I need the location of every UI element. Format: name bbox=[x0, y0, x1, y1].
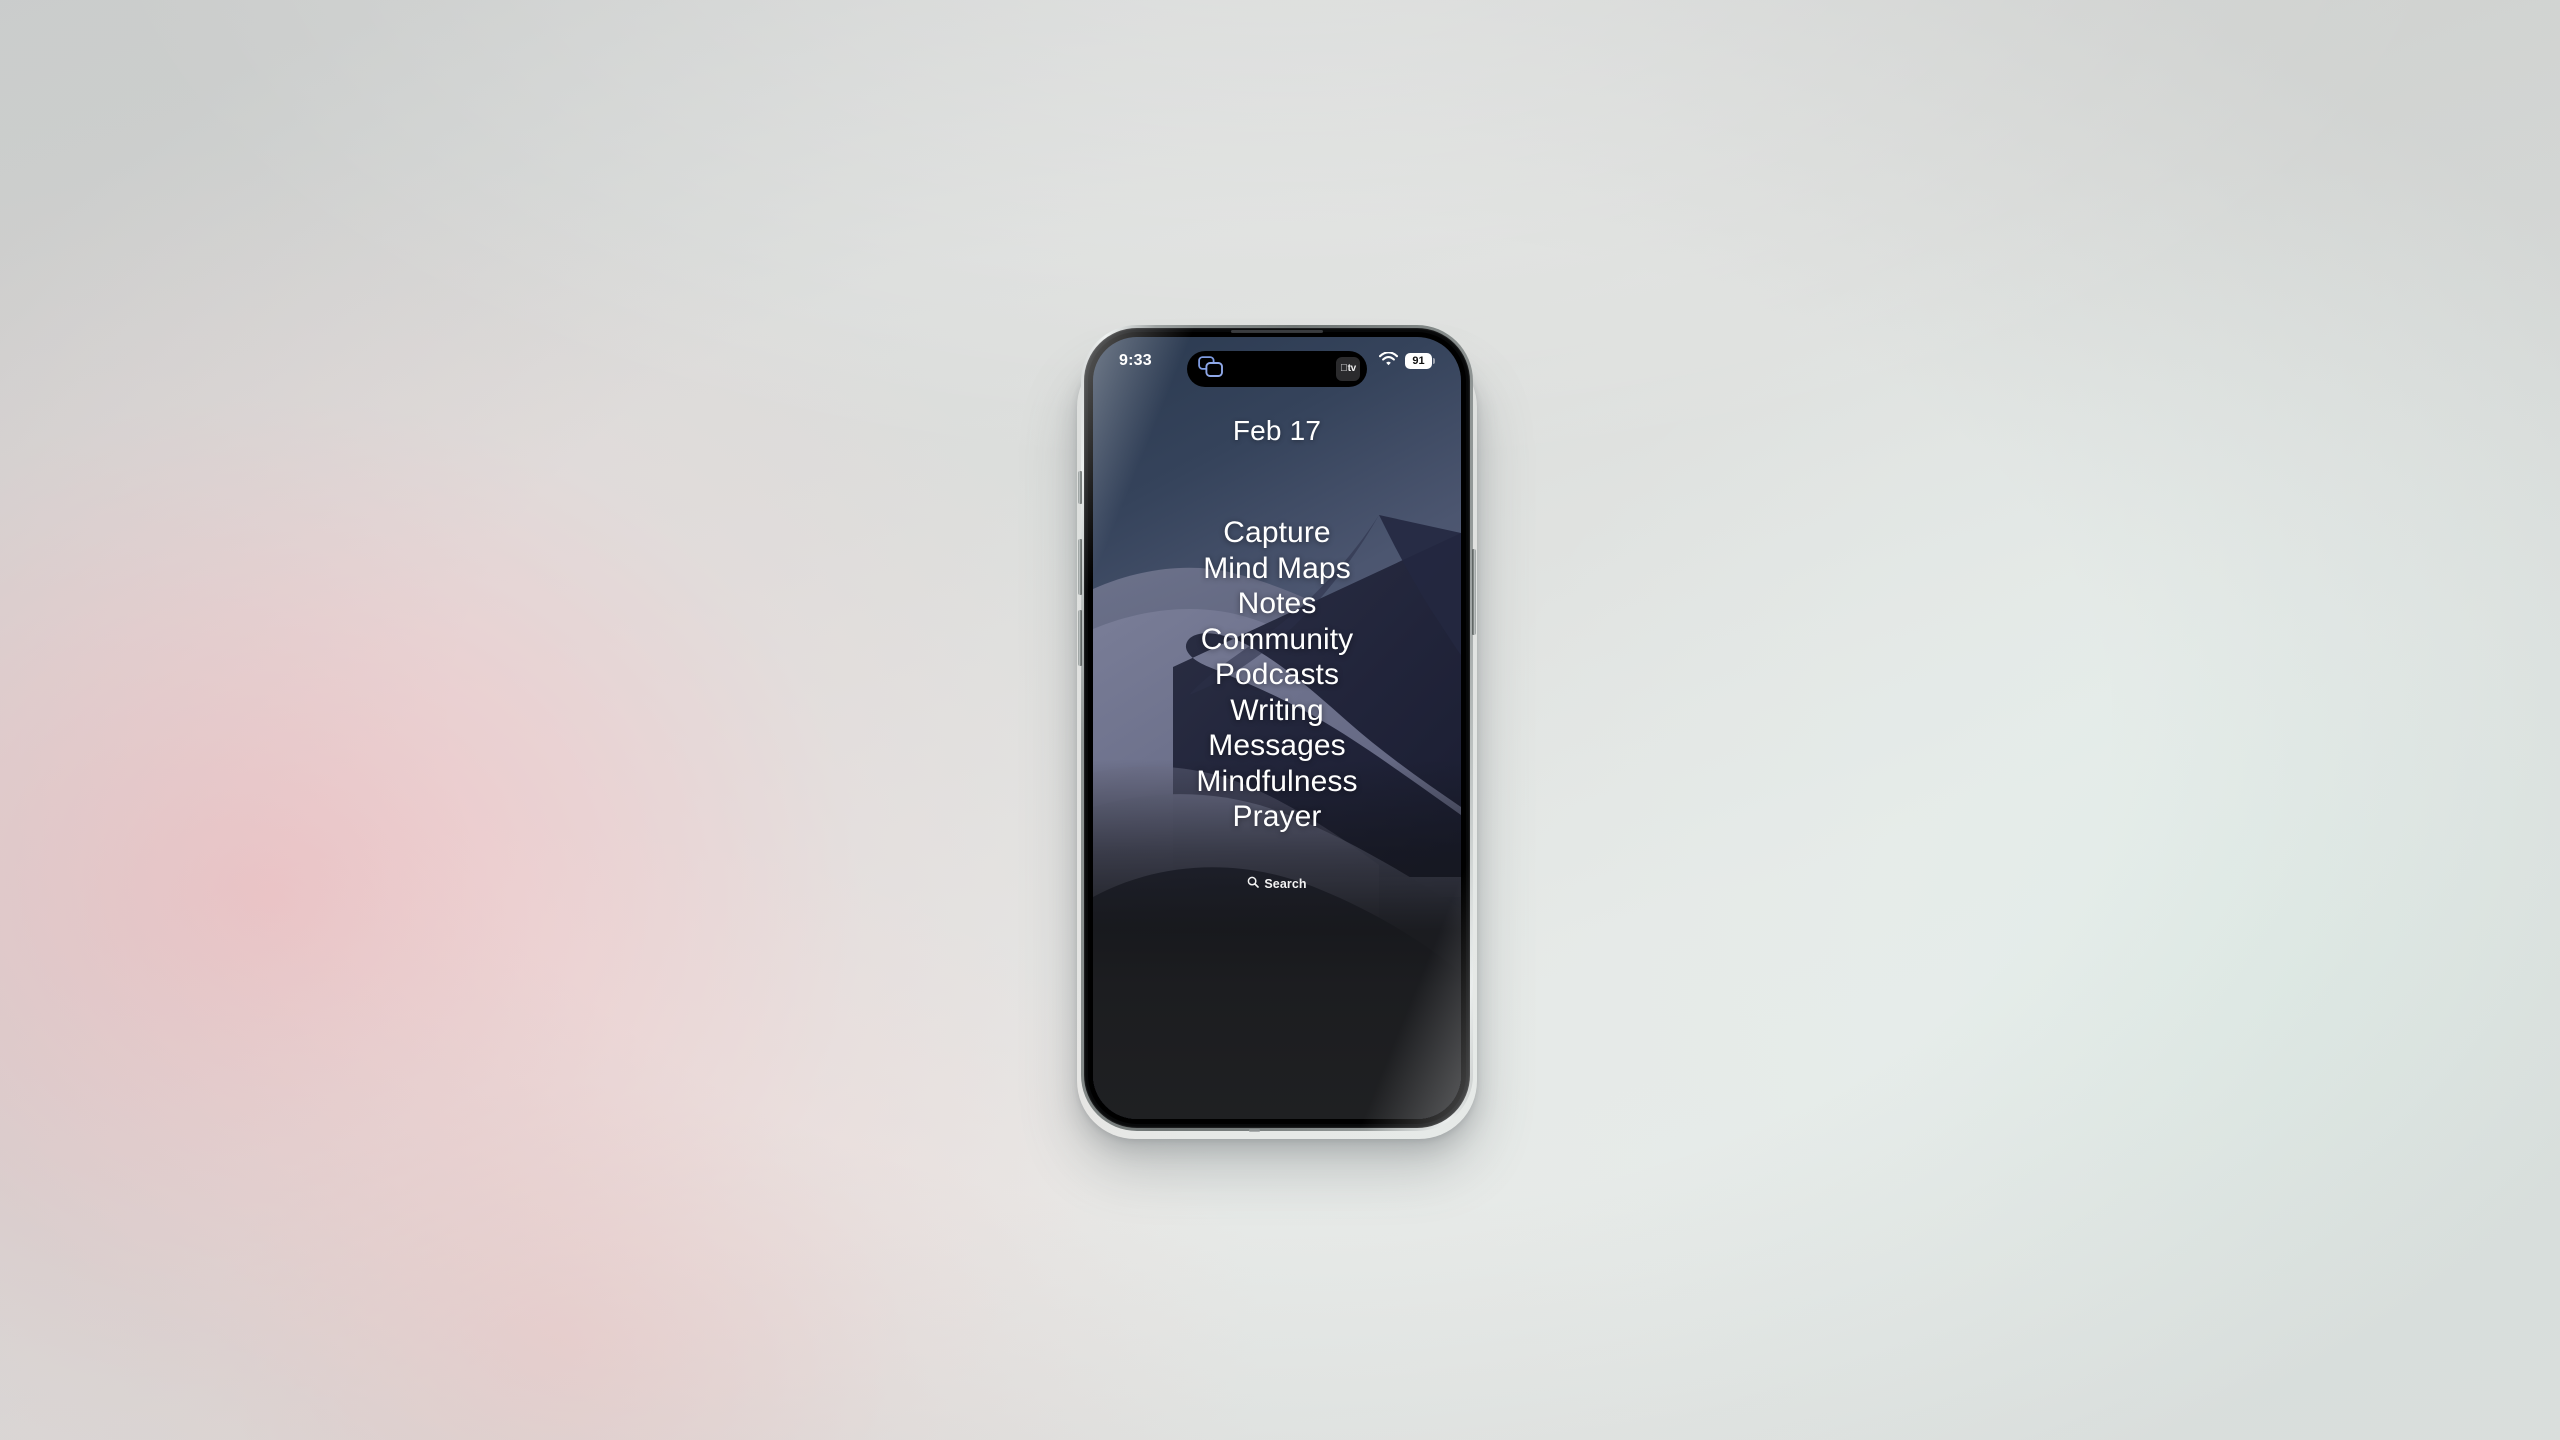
phone-screen[interactable]: 9:33 91 tv Feb 17 Capture Mind Maps Note… bbox=[1093, 337, 1461, 1119]
menu-item-capture[interactable]: Capture bbox=[1223, 515, 1330, 551]
menu-item-mind-maps[interactable]: Mind Maps bbox=[1203, 551, 1351, 587]
menu-item-community[interactable]: Community bbox=[1201, 622, 1354, 658]
volume-up-button[interactable] bbox=[1078, 539, 1082, 595]
menu-item-mindfulness[interactable]: Mindfulness bbox=[1196, 764, 1357, 800]
lock-screen-content: Feb 17 Capture Mind Maps Notes Community… bbox=[1093, 337, 1461, 1119]
screen-mirroring-icon[interactable] bbox=[1198, 355, 1224, 383]
earpiece-speaker bbox=[1231, 330, 1323, 333]
search-button[interactable]: Search bbox=[1247, 875, 1307, 893]
date-label: Feb 17 bbox=[1232, 415, 1322, 446]
app-menu-list: Capture Mind Maps Notes Community Podcas… bbox=[1196, 515, 1357, 835]
menu-item-podcasts[interactable]: Podcasts bbox=[1215, 657, 1339, 693]
menu-item-messages[interactable]: Messages bbox=[1208, 728, 1346, 764]
apple-logo-icon:  bbox=[1340, 364, 1348, 374]
bottom-antenna-band bbox=[1249, 1129, 1260, 1132]
battery-icon: 91 bbox=[1405, 353, 1435, 369]
power-button[interactable] bbox=[1472, 549, 1476, 635]
tv-label: tv bbox=[1343, 363, 1357, 374]
dynamic-island[interactable]: tv bbox=[1187, 351, 1367, 387]
status-bar-indicators: 91 bbox=[1378, 350, 1435, 371]
menu-item-notes[interactable]: Notes bbox=[1238, 586, 1317, 622]
scene-backdrop: 9:33 91 tv Feb 17 Capture Mind Maps Note… bbox=[0, 0, 2560, 1440]
battery-percent-label: 91 bbox=[1412, 354, 1425, 367]
volume-down-button[interactable] bbox=[1078, 610, 1082, 666]
action-button[interactable] bbox=[1078, 471, 1082, 504]
search-label: Search bbox=[1264, 876, 1307, 891]
wifi-icon bbox=[1378, 350, 1399, 371]
search-icon bbox=[1247, 875, 1260, 893]
menu-item-writing[interactable]: Writing bbox=[1230, 693, 1324, 729]
iphone-device: 9:33 91 tv Feb 17 Capture Mind Maps Note… bbox=[1078, 325, 1476, 1132]
apple-tv-app-badge[interactable]: tv bbox=[1336, 357, 1360, 381]
menu-item-prayer[interactable]: Prayer bbox=[1233, 799, 1322, 835]
